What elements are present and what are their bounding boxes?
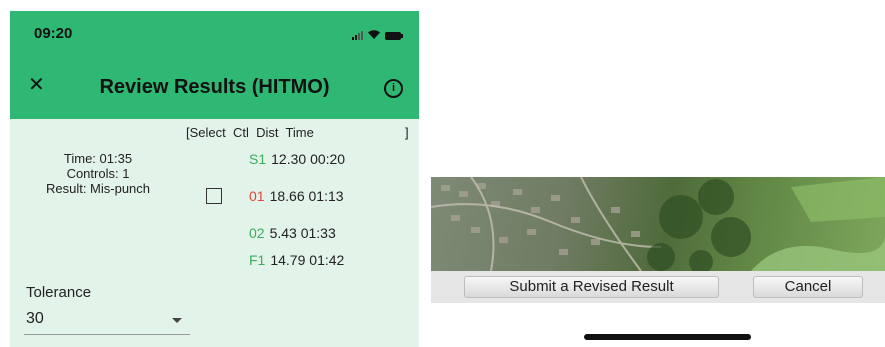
status-icons — [352, 29, 403, 40]
results-table-header: [Select Ctl Dist Time — [186, 125, 314, 140]
cancel-button[interactable]: Cancel — [753, 276, 863, 298]
tolerance-value: 30 — [26, 310, 44, 327]
control-time: 00:20 — [310, 151, 346, 167]
summary-time: Time: 01:35 — [63, 151, 133, 166]
table-row: 01 18.66 01:13 — [249, 188, 344, 204]
info-icon[interactable]: i — [384, 79, 403, 98]
map-image — [431, 177, 885, 271]
app-header: 09:20 ✕ Review Results (HITMO) i — [10, 11, 419, 119]
control-dist: 18.66 — [269, 188, 305, 204]
page-title: Review Results (HITMO) — [99, 76, 330, 98]
control-time: 01:42 — [309, 252, 345, 268]
summary-controls: Controls: 1 — [66, 166, 130, 181]
control-dist: 5.43 — [269, 225, 297, 241]
signal-icon — [352, 31, 363, 40]
submit-screen: Submit a Revised Result Cancel — [431, 177, 885, 347]
control-dist: 12.30 — [271, 151, 307, 167]
control-code: 01 — [249, 188, 265, 204]
tolerance-label: Tolerance — [26, 284, 92, 301]
summary-result: Result: Mis-punch — [45, 181, 151, 196]
dropdown-icon — [172, 318, 182, 323]
select-checkbox[interactable] — [206, 188, 222, 204]
action-bar: Submit a Revised Result Cancel — [431, 271, 885, 303]
control-code: F1 — [249, 252, 266, 268]
review-results-screen: 09:20 ✕ Review Results (HITMO) i [Select… — [10, 11, 419, 347]
result-summary: Time: 01:35 Controls: 1 Result: Mis-punc… — [18, 151, 178, 196]
table-row: 02 5.43 01:33 — [249, 225, 336, 241]
table-row: F1 14.79 01:42 — [249, 252, 344, 268]
submit-revised-result-button[interactable]: Submit a Revised Result — [464, 276, 719, 298]
wifi-icon — [368, 30, 380, 39]
table-row: S1 12.30 00:20 — [249, 151, 345, 167]
control-time: 01:33 — [300, 225, 336, 241]
battery-icon — [385, 32, 403, 40]
results-table-header-end: ] — [405, 125, 409, 140]
home-indicator — [584, 334, 751, 340]
control-code: S1 — [249, 151, 267, 167]
control-dist: 14.79 — [270, 252, 306, 268]
tolerance-select[interactable]: 30 — [24, 305, 190, 335]
control-code: 02 — [249, 225, 265, 241]
control-time: 01:13 — [308, 188, 344, 204]
status-time: 09:20 — [34, 25, 73, 42]
